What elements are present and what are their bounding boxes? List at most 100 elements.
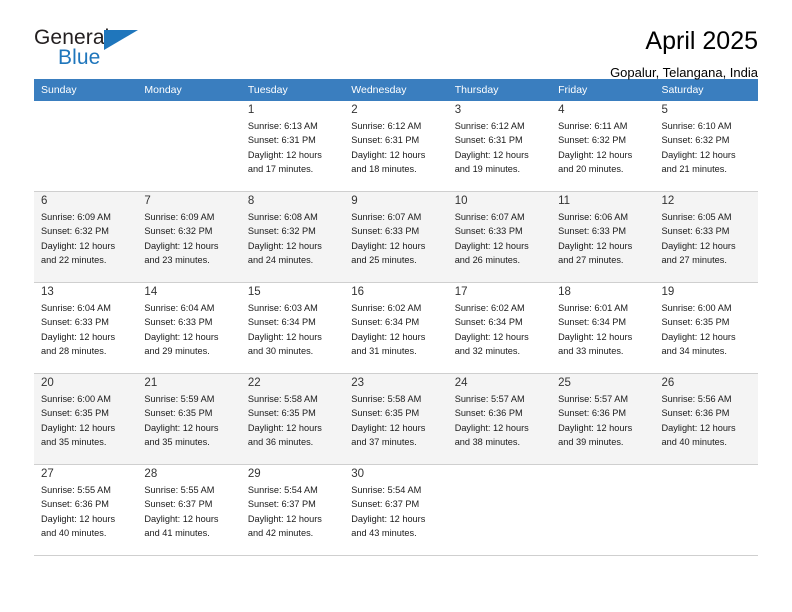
calendar-day-cell[interactable]: 7 Sunrise: 6:09 AM Sunset: 6:32 PM Daylight… bbox=[137, 191, 241, 283]
calendar-day-cell[interactable]: 10 Sunrise: 6:07 AM Sunset: 6:33 PM Dayligh… bbox=[447, 191, 552, 283]
sunrise-time: Sunrise: 6:02 AM bbox=[454, 303, 525, 313]
sunrise-time: Sunrise: 5:58 AM bbox=[247, 394, 318, 404]
calendar-day-cell[interactable]: 25 Sunrise: 5:57 AM Sunset: 6:36 PM Dayligh… bbox=[551, 373, 655, 465]
calendar-empty-cell bbox=[137, 101, 241, 192]
sunset-time: Sunset: 6:35 PM bbox=[351, 408, 420, 419]
sunset-time: Sunset: 6:35 PM bbox=[247, 408, 316, 419]
sunset-time: Sunset: 6:34 PM bbox=[454, 317, 523, 328]
daylight-duration-line1: Daylight: 12 hours bbox=[558, 240, 633, 251]
calendar-day-cell[interactable]: 5 Sunrise: 6:10 AM Sunset: 6:32 PM Daylight… bbox=[654, 101, 758, 192]
sunrise-time: Sunrise: 5:57 AM bbox=[558, 394, 629, 404]
daylight-duration-line1: Daylight: 12 hours bbox=[247, 331, 322, 342]
daylight-duration-line1: Daylight: 12 hours bbox=[454, 331, 529, 342]
calendar-day-cell[interactable]: 12 Sunrise: 6:05 AM Sunset: 6:33 PM Dayligh… bbox=[654, 191, 758, 283]
calendar-day-cell[interactable]: 13 Sunrise: 6:04 AM Sunset: 6:33 PM Dayligh… bbox=[34, 282, 138, 374]
sunrise-time: Sunrise: 6:09 AM bbox=[41, 212, 111, 222]
daylight-duration-line2: and 28 minutes. bbox=[41, 346, 107, 357]
sunset-time: Sunset: 6:35 PM bbox=[41, 408, 109, 419]
calendar-day-cell[interactable]: 20 Sunrise: 6:00 AM Sunset: 6:35 PM Dayligh… bbox=[34, 373, 138, 465]
calendar-day-cell[interactable]: 27 Sunrise: 5:55 AM Sunset: 6:36 PM Dayligh… bbox=[34, 464, 138, 556]
weekday-header-row: Sunday Monday Tuesday Wednesday Thursday… bbox=[34, 79, 758, 101]
sunset-time: Sunset: 6:34 PM bbox=[351, 317, 420, 328]
calendar-empty-cell bbox=[34, 101, 138, 192]
daylight-duration-line1: Daylight: 12 hours bbox=[558, 422, 633, 433]
sunset-time: Sunset: 6:36 PM bbox=[661, 408, 730, 419]
daylight-duration-line1: Daylight: 12 hours bbox=[454, 149, 529, 160]
calendar-week-row: 1 Sunrise: 6:13 AM Sunset: 6:31 PM Daylight… bbox=[34, 101, 758, 192]
calendar-day-cell[interactable]: 14 Sunrise: 6:04 AM Sunset: 6:33 PM Dayligh… bbox=[137, 282, 241, 374]
sunrise-time: Sunrise: 6:06 AM bbox=[558, 212, 629, 222]
general-blue-logo[interactable]: General Blue bbox=[34, 26, 146, 72]
sunrise-time: Sunrise: 5:54 AM bbox=[351, 485, 422, 495]
calendar-day-cell[interactable]: 30 Sunrise: 5:54 AM Sunset: 6:37 PM Dayligh… bbox=[344, 464, 448, 556]
calendar-day-cell[interactable]: 24 Sunrise: 5:57 AM Sunset: 6:36 PM Dayligh… bbox=[447, 373, 552, 465]
daylight-duration-line1: Daylight: 12 hours bbox=[454, 422, 529, 433]
calendar-empty-cell bbox=[551, 464, 655, 556]
daylight-duration-line1: Daylight: 12 hours bbox=[661, 422, 736, 433]
day-number: 28 bbox=[144, 468, 158, 480]
sunset-time: Sunset: 6:36 PM bbox=[558, 408, 627, 419]
daylight-duration-line1: Daylight: 12 hours bbox=[351, 149, 426, 160]
calendar-day-cell[interactable]: 1 Sunrise: 6:13 AM Sunset: 6:31 PM Daylight… bbox=[240, 101, 345, 192]
calendar-day-cell[interactable]: 8 Sunrise: 6:08 AM Sunset: 6:32 PM Daylight… bbox=[240, 191, 345, 283]
day-number: 19 bbox=[661, 286, 675, 298]
daylight-duration-line1: Daylight: 12 hours bbox=[661, 149, 736, 160]
day-number: 2 bbox=[351, 104, 358, 116]
daylight-duration-line2: and 42 minutes. bbox=[247, 528, 314, 539]
calendar-day-cell[interactable]: 9 Sunrise: 6:07 AM Sunset: 6:33 PM Daylight… bbox=[344, 191, 448, 283]
daylight-duration-line2: and 36 minutes. bbox=[247, 437, 314, 448]
day-number: 16 bbox=[351, 286, 365, 298]
daylight-duration-line1: Daylight: 12 hours bbox=[558, 149, 633, 160]
calendar-day-cell[interactable]: 4 Sunrise: 6:11 AM Sunset: 6:32 PM Daylight… bbox=[551, 101, 655, 192]
calendar-day-cell[interactable]: 15 Sunrise: 6:03 AM Sunset: 6:34 PM Dayligh… bbox=[240, 282, 345, 374]
sunrise-time: Sunrise: 6:07 AM bbox=[351, 212, 422, 222]
day-number: 6 bbox=[41, 195, 48, 207]
daylight-duration-line1: Daylight: 12 hours bbox=[454, 240, 529, 251]
calendar-day-cell[interactable]: 21 Sunrise: 5:59 AM Sunset: 6:35 PM Dayligh… bbox=[137, 373, 241, 465]
sunrise-time: Sunrise: 6:04 AM bbox=[144, 303, 215, 313]
calendar-day-cell[interactable]: 29 Sunrise: 5:54 AM Sunset: 6:37 PM Dayligh… bbox=[240, 464, 345, 556]
title-block: April 2025 Gopalur, Telangana, India bbox=[610, 26, 758, 79]
daylight-duration-line1: Daylight: 12 hours bbox=[144, 513, 219, 524]
calendar-day-cell[interactable]: 6 Sunrise: 6:09 AM Sunset: 6:32 PM Daylight… bbox=[34, 191, 138, 283]
calendar-day-cell[interactable]: 22 Sunrise: 5:58 AM Sunset: 6:35 PM Dayligh… bbox=[240, 373, 345, 465]
calendar-day-cell[interactable]: 3 Sunrise: 6:12 AM Sunset: 6:31 PM Daylight… bbox=[447, 101, 552, 192]
day-number: 7 bbox=[144, 195, 151, 207]
daylight-duration-line2: and 22 minutes. bbox=[41, 255, 107, 266]
calendar-day-cell[interactable]: 19 Sunrise: 6:00 AM Sunset: 6:35 PM Dayligh… bbox=[654, 282, 758, 374]
calendar-day-cell[interactable]: 28 Sunrise: 5:55 AM Sunset: 6:37 PM Dayligh… bbox=[137, 464, 241, 556]
sunrise-time: Sunrise: 6:01 AM bbox=[558, 303, 629, 313]
daylight-duration-line2: and 40 minutes. bbox=[41, 528, 107, 539]
sunset-time: Sunset: 6:32 PM bbox=[661, 135, 730, 146]
daylight-duration-line2: and 25 minutes. bbox=[351, 255, 417, 266]
daylight-duration-line1: Daylight: 12 hours bbox=[247, 240, 322, 251]
sunset-time: Sunset: 6:33 PM bbox=[454, 226, 523, 237]
calendar-day-cell[interactable]: 26 Sunrise: 5:56 AM Sunset: 6:36 PM Dayligh… bbox=[654, 373, 758, 465]
day-number: 20 bbox=[41, 377, 54, 389]
daylight-duration-line2: and 17 minutes. bbox=[247, 164, 314, 175]
daylight-duration-line1: Daylight: 12 hours bbox=[351, 422, 426, 433]
daylight-duration-line1: Daylight: 12 hours bbox=[661, 331, 736, 342]
sunset-time: Sunset: 6:33 PM bbox=[558, 226, 627, 237]
sunrise-time: Sunrise: 6:13 AM bbox=[247, 121, 318, 131]
sunset-time: Sunset: 6:37 PM bbox=[144, 499, 213, 510]
calendar-day-cell[interactable]: 2 Sunrise: 6:12 AM Sunset: 6:31 PM Daylight… bbox=[344, 101, 448, 192]
calendar-day-cell[interactable]: 17 Sunrise: 6:02 AM Sunset: 6:34 PM Dayligh… bbox=[447, 282, 552, 374]
day-number: 9 bbox=[351, 195, 358, 207]
daylight-duration-line2: and 27 minutes. bbox=[558, 255, 624, 266]
calendar-week-row: 6 Sunrise: 6:09 AM Sunset: 6:32 PM Daylight… bbox=[34, 191, 758, 283]
sunset-time: Sunset: 6:33 PM bbox=[351, 226, 420, 237]
day-number: 22 bbox=[247, 377, 261, 389]
day-number: 30 bbox=[351, 468, 365, 480]
daylight-duration-line2: and 32 minutes. bbox=[454, 346, 521, 357]
daylight-duration-line1: Daylight: 12 hours bbox=[247, 513, 322, 524]
calendar-day-cell[interactable]: 23 Sunrise: 5:58 AM Sunset: 6:35 PM Dayligh… bbox=[344, 373, 448, 465]
calendar-day-cell[interactable]: 11 Sunrise: 6:06 AM Sunset: 6:33 PM Dayligh… bbox=[551, 191, 655, 283]
sunset-time: Sunset: 6:37 PM bbox=[247, 499, 316, 510]
calendar-day-cell[interactable]: 18 Sunrise: 6:01 AM Sunset: 6:34 PM Dayligh… bbox=[551, 282, 655, 374]
sunrise-time: Sunrise: 5:55 AM bbox=[144, 485, 215, 495]
sunset-time: Sunset: 6:32 PM bbox=[41, 226, 109, 237]
calendar-day-cell[interactable]: 16 Sunrise: 6:02 AM Sunset: 6:34 PM Dayligh… bbox=[344, 282, 448, 374]
sunrise-time: Sunrise: 6:09 AM bbox=[144, 212, 215, 222]
triangle-logo-icon bbox=[104, 30, 138, 50]
